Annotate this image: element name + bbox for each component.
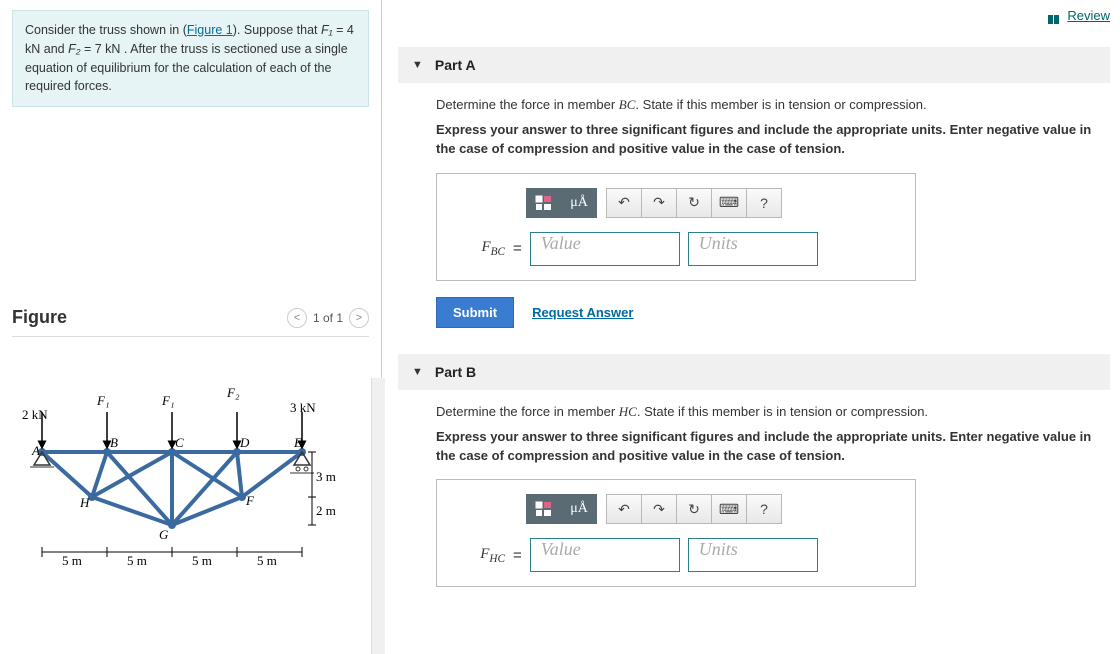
figure-link[interactable]: Figure 1 — [187, 23, 233, 37]
figure-pager: < 1 of 1 > — [287, 308, 369, 328]
next-figure-button[interactable]: > — [349, 308, 369, 328]
svg-text:3 m: 3 m — [316, 469, 336, 484]
svg-text:2 kN: 2 kN — [22, 407, 48, 422]
collapse-icon: ▼ — [412, 366, 423, 378]
svg-text:3 kN: 3 kN — [290, 400, 316, 415]
member-hc: HC — [619, 404, 637, 419]
problem-text: Consider the truss shown in ( — [25, 23, 187, 37]
answer-toolbar: μÅ ↶ ↷ ↻ ⌨ ? — [527, 494, 897, 524]
reset-button[interactable]: ↻ — [676, 188, 712, 218]
member-bc: BC — [619, 97, 636, 112]
value-input[interactable]: Value — [530, 538, 680, 572]
undo-button[interactable]: ↶ — [606, 188, 642, 218]
divider — [12, 336, 369, 337]
var-f2: F₂ — [68, 42, 80, 56]
request-answer-link[interactable]: Request Answer — [532, 305, 633, 320]
part-b-answer-box: μÅ ↶ ↷ ↻ ⌨ ? FHC = Value Units — [436, 479, 916, 587]
part-b-title: Part B — [435, 364, 476, 380]
review-icon — [1046, 12, 1060, 22]
templates-button[interactable] — [526, 188, 562, 218]
svg-text:C: C — [175, 435, 184, 450]
part-b-question: Determine the force in member HC. State … — [436, 404, 1102, 420]
svg-text:F: F — [245, 493, 255, 508]
var-f1: F₁ — [321, 23, 333, 37]
keyboard-button[interactable]: ⌨ — [711, 494, 747, 524]
units-input[interactable]: Units — [688, 232, 818, 266]
problem-statement: Consider the truss shown in (Figure 1). … — [12, 10, 369, 107]
left-scrollbar[interactable] — [371, 378, 385, 654]
keyboard-button[interactable]: ⌨ — [711, 188, 747, 218]
svg-text:E: E — [293, 435, 302, 450]
help-button[interactable]: ? — [746, 494, 782, 524]
var-f2-val: = 7 kN — [81, 42, 121, 56]
units-button[interactable]: μÅ — [561, 188, 597, 218]
part-a-title: Part A — [435, 57, 476, 73]
figure-page-indicator: 1 of 1 — [313, 311, 343, 325]
units-button[interactable]: μÅ — [561, 494, 597, 524]
redo-button[interactable]: ↷ — [641, 188, 677, 218]
collapse-icon: ▼ — [412, 59, 423, 71]
part-a-header[interactable]: ▼ Part A — [398, 47, 1110, 83]
prev-figure-button[interactable]: < — [287, 308, 307, 328]
svg-text:H: H — [79, 495, 90, 510]
truss-figure: 2 kN F₁ F₁ F₂ 3 kN A B C D E H G F 5 m 5… — [12, 357, 369, 587]
svg-text:G: G — [159, 527, 169, 542]
part-a-instructions: Express your answer to three significant… — [436, 121, 1102, 159]
problem-text: ). Suppose that — [233, 23, 321, 37]
svg-text:A: A — [31, 443, 40, 458]
equals-sign: = — [513, 240, 522, 257]
svg-text:5 m: 5 m — [257, 553, 277, 568]
part-a-question: Determine the force in member BC. State … — [436, 97, 1102, 113]
reset-button[interactable]: ↻ — [676, 494, 712, 524]
part-a-answer-box: μÅ ↶ ↷ ↻ ⌨ ? FBC = Value Units — [436, 173, 916, 281]
svg-text:D: D — [239, 435, 250, 450]
svg-text:2 m: 2 m — [316, 503, 336, 518]
svg-text:5 m: 5 m — [192, 553, 212, 568]
redo-button[interactable]: ↷ — [641, 494, 677, 524]
svg-text:F₁: F₁ — [96, 393, 109, 408]
problem-text: and — [40, 42, 68, 56]
equals-sign: = — [513, 547, 522, 564]
undo-button[interactable]: ↶ — [606, 494, 642, 524]
review-link[interactable]: Review — [1067, 8, 1110, 23]
part-b-header[interactable]: ▼ Part B — [398, 354, 1110, 390]
variable-label-fhc: FHC — [455, 546, 505, 565]
svg-text:5 m: 5 m — [62, 553, 82, 568]
svg-text:B: B — [110, 435, 118, 450]
submit-button[interactable]: Submit — [436, 297, 514, 328]
figure-heading: Figure — [12, 307, 67, 328]
svg-text:5 m: 5 m — [127, 553, 147, 568]
svg-text:F₁: F₁ — [161, 393, 174, 408]
help-button[interactable]: ? — [746, 188, 782, 218]
part-b-instructions: Express your answer to three significant… — [436, 428, 1102, 466]
svg-text:F₂: F₂ — [226, 385, 240, 400]
answer-toolbar: μÅ ↶ ↷ ↻ ⌨ ? — [527, 188, 897, 218]
variable-label-fbc: FBC — [455, 239, 505, 258]
units-input[interactable]: Units — [688, 538, 818, 572]
value-input[interactable]: Value — [530, 232, 680, 266]
templates-button[interactable] — [526, 494, 562, 524]
